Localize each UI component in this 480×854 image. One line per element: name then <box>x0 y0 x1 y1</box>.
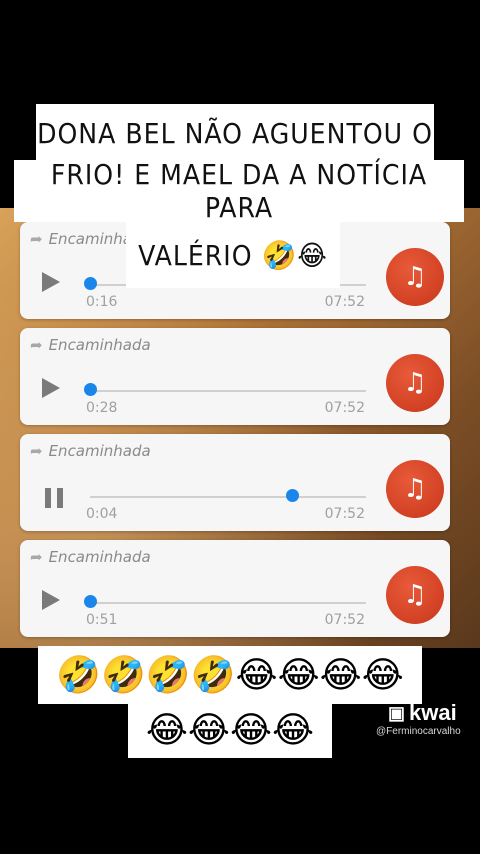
music-note-icon[interactable]: ♫ <box>386 354 444 412</box>
play-icon[interactable] <box>42 272 60 292</box>
forwarded-label: ➦ Encaminhada <box>30 336 151 354</box>
progress-track[interactable] <box>90 602 366 604</box>
progress-track[interactable] <box>90 496 366 498</box>
progress-handle[interactable] <box>84 383 97 396</box>
forward-arrow-icon: ➦ <box>30 336 43 354</box>
emoji-row-2: 😂😂😂😂 <box>128 702 332 758</box>
elapsed-time: 0:51 <box>86 612 118 628</box>
creator-handle: @Ferminocarvalho <box>376 726 461 737</box>
emoji-row-1: 🤣🤣🤣🤣😂😂😂😂 <box>38 646 422 704</box>
caption-line-3: VALÉRIO 🤣😂 <box>126 222 340 288</box>
voice-message-card: ➦ Encaminhada 0:28 07:52 ♫ <box>20 328 450 425</box>
caption-line-1: DONA BEL NÃO AGUENTOU O <box>36 104 434 162</box>
elapsed-time: 0:04 <box>86 506 118 522</box>
kwai-logo: ▣ kwai <box>388 700 457 725</box>
progress-handle[interactable] <box>84 595 97 608</box>
play-icon[interactable] <box>42 378 60 398</box>
elapsed-time: 0:28 <box>86 400 118 416</box>
duration-time: 07:52 <box>324 506 365 522</box>
forwarded-label: ➦ Encaminhada <box>30 548 151 566</box>
kwai-camera-icon: ▣ <box>388 702 406 723</box>
progress-handle[interactable] <box>286 489 299 502</box>
duration-time: 07:52 <box>324 294 365 310</box>
forward-arrow-icon: ➦ <box>30 230 43 248</box>
progress-handle[interactable] <box>84 277 97 290</box>
pause-icon[interactable] <box>45 488 65 508</box>
forward-arrow-icon: ➦ <box>30 548 43 566</box>
forward-arrow-icon: ➦ <box>30 442 43 460</box>
duration-time: 07:52 <box>324 612 365 628</box>
music-note-icon[interactable]: ♫ <box>386 460 444 518</box>
caption-line-2: FRIO! E MAEL DA A NOTÍCIA PARA <box>14 158 464 224</box>
music-note-icon[interactable]: ♫ <box>386 248 444 306</box>
voice-message-card: ➦ Encaminhada 0:04 07:52 ♫ <box>20 434 450 531</box>
duration-time: 07:52 <box>324 400 365 416</box>
elapsed-time: 0:16 <box>86 294 118 310</box>
music-note-icon[interactable]: ♫ <box>386 566 444 624</box>
progress-track[interactable] <box>90 390 366 392</box>
voice-message-card: ➦ Encaminhada 0:51 07:52 ♫ <box>20 540 450 637</box>
play-icon[interactable] <box>42 590 60 610</box>
forwarded-label: ➦ Encaminhada <box>30 442 151 460</box>
